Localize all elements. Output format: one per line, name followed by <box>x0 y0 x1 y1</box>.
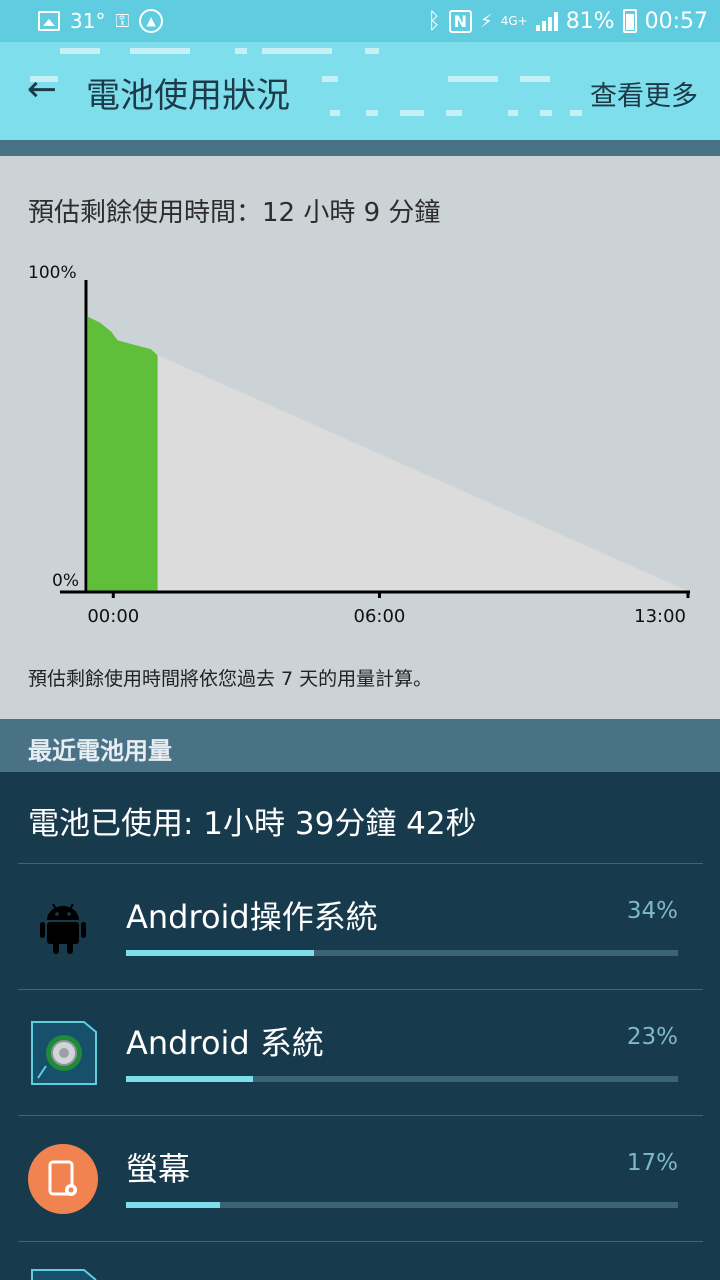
usage-item-name: Android 系統 <box>126 1024 324 1062</box>
y-axis-label-bottom: 0% <box>52 571 79 591</box>
x-axis-tick-label: 13:00 <box>634 606 686 627</box>
battery-used-area <box>88 316 158 592</box>
y-axis-label-top: 100% <box>28 263 77 283</box>
usage-progress-bar <box>126 950 678 956</box>
predicted-usage-area <box>157 355 691 592</box>
usage-item-percent: 34% <box>626 898 678 924</box>
usage-progress-fill <box>126 1076 253 1082</box>
android-icon <box>40 903 86 954</box>
back-arrow-icon[interactable]: ← <box>22 70 62 110</box>
battery-used-time: 電池已使用: 1小時 39分鐘 42秒 <box>28 806 477 842</box>
section-header-strip <box>0 140 720 156</box>
recent-usage-header: 最近電池用量 <box>0 719 720 772</box>
usage-item-android-os[interactable]: Android操作系統 34% <box>0 864 720 990</box>
status-bar: 31° ⚿ ▲ ᛒ N ⚡ 4G+ 81% 00:57 <box>0 0 720 42</box>
x-axis-tick-label: 06:00 <box>354 606 406 627</box>
usage-item-percent: 23% <box>626 1024 678 1050</box>
estimated-time-remaining: 預估剩餘使用時間：12 小時 9 分鐘 <box>28 198 441 228</box>
prediction-panel: 預估剩餘使用時間：12 小時 9 分鐘 100% 0% 00:00 06:00 13… <box>0 156 720 719</box>
usage-progress-fill <box>126 950 314 956</box>
key-icon: ⚿ <box>115 10 130 32</box>
usage-item-name: Android操作系統 <box>126 898 378 936</box>
view-more-button[interactable]: 查看更多 <box>590 74 698 113</box>
picture-icon <box>38 11 60 31</box>
next-item-icon <box>31 1269 97 1280</box>
compass-icon: ▲ <box>139 9 164 33</box>
battery-chart: 100% 0% 00:00 06:00 13:00 <box>28 263 691 627</box>
usage-item-percent: 17% <box>626 1150 678 1176</box>
page-title: 電池使用狀況 <box>86 76 290 116</box>
signal-icon <box>535 11 558 31</box>
x-axis-tick-label: 00:00 <box>87 606 139 627</box>
battery-percent: 81% <box>565 8 615 34</box>
battery-icon <box>622 9 637 33</box>
divider <box>18 1241 703 1242</box>
recent-usage-title: 最近電池用量 <box>28 737 172 765</box>
app-bar: ← 電池使用狀況 查看更多 <box>0 42 720 140</box>
temperature: 31° <box>70 9 106 33</box>
bluetooth-icon: ᛒ <box>427 8 441 34</box>
usage-item-screen[interactable]: 螢幕 17% <box>0 1116 720 1242</box>
usage-item-name: 螢幕 <box>126 1150 191 1188</box>
network-type: 4G+ <box>500 14 528 28</box>
clock: 00:57 <box>644 8 708 34</box>
nfc-icon: N <box>448 9 473 33</box>
data-icon: ⚡ <box>480 10 493 32</box>
estimate-note: 預估剩餘使用時間將依您過去 7 天的用量計算。 <box>28 668 433 690</box>
android-system-icon <box>31 1021 97 1085</box>
usage-progress-bar <box>126 1202 678 1208</box>
screen-icon <box>28 1144 98 1214</box>
usage-progress-bar <box>126 1076 678 1082</box>
usage-progress-fill <box>126 1202 220 1208</box>
usage-item-android-system[interactable]: Android 系統 23% <box>0 990 720 1116</box>
